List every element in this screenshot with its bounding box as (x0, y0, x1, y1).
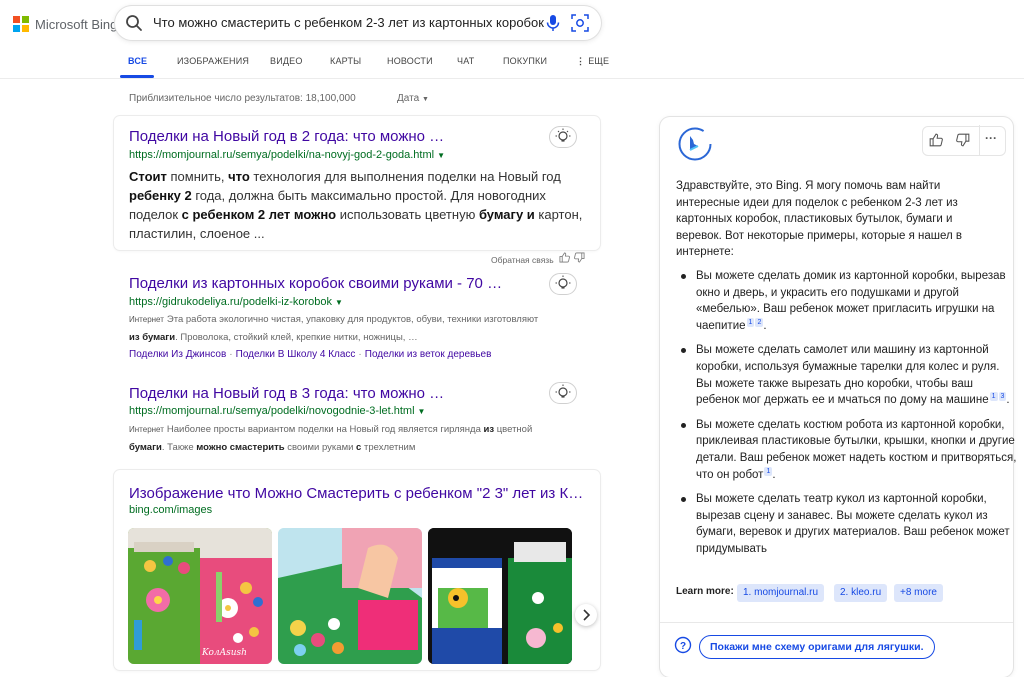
visual-search-icon[interactable] (571, 14, 589, 32)
actions-divider (979, 125, 980, 155)
lightbulb-icon (555, 128, 571, 142)
feedback-link[interactable]: Обратная связь (491, 255, 554, 265)
lightbulb-icon (555, 275, 571, 289)
thumbs-down-icon[interactable] (956, 133, 970, 147)
tab-video[interactable]: ВИДЕО (270, 56, 303, 66)
deeplink-2[interactable]: Поделки В Школу 4 Класс (236, 349, 356, 360)
tab-maps[interactable]: КАРТЫ (330, 56, 361, 66)
chat-bullet-3: Вы можете сделать костюм робота из карто… (681, 417, 1018, 483)
chat-bullet-2: Вы можете сделать самолет или машину из … (681, 342, 1018, 408)
tab-all[interactable]: ВСЕ (128, 56, 147, 66)
learn-more-link-more[interactable]: +8 more (894, 584, 943, 602)
brand-name: Microsoft Bing (35, 16, 118, 32)
learn-more-link-1[interactable]: 1. momjournal.ru (737, 584, 825, 602)
results-count: Приблизительное число результатов: 18,10… (129, 93, 356, 104)
chat-bullet-1: Вы можете сделать домик из картонной кор… (681, 268, 1018, 334)
date-filter[interactable]: Дата ▼ (397, 93, 429, 104)
result-title-3[interactable]: Поделки на Новый год в 3 года: что можно… (129, 385, 444, 402)
search-input[interactable]: Что можно смастерить с ребенком 2-3 лет … (153, 15, 593, 30)
svg-text:?: ? (680, 641, 686, 652)
result-title-2[interactable]: Поделки из картонных коробок своими рука… (129, 275, 502, 292)
more-options-icon[interactable]: ··· (985, 131, 997, 145)
caret-down-icon: ▼ (335, 298, 343, 307)
result-snippet-3: Интернет Наиболее просты вариантом поделк… (129, 424, 533, 453)
learn-more-label: Learn more: (676, 586, 734, 597)
lightbulb-icon (555, 384, 571, 398)
lightbulb-button-2[interactable] (549, 273, 577, 295)
chat-bullet-4: Вы можете сделать театр кукол из картонн… (681, 491, 1018, 557)
result-snippet: Стоит помнить, что технология для выполн… (129, 169, 583, 241)
date-filter-label: Дата (397, 93, 420, 104)
bing-chat-panel: ··· Здравствуйте, это Bing. Я могу помоч… (660, 117, 1016, 677)
chat-bullets: Вы можете сделать домик из картонной кор… (676, 268, 1018, 566)
search-icon (126, 15, 142, 31)
more-vertical-icon: ⋮ (576, 56, 586, 66)
header: Microsoft Bing Что можно смастерить с ре… (0, 0, 1024, 79)
images-title[interactable]: Изображение что Можно Смастерить с ребен… (129, 485, 585, 502)
craft-box-image (128, 528, 272, 664)
result-url[interactable]: https://momjournal.ru/semya/podelki/na-n… (129, 149, 445, 161)
carousel-next-button[interactable] (575, 604, 597, 626)
chat-actions: ··· (922, 125, 1006, 156)
chevron-right-icon (583, 609, 591, 621)
citation-1[interactable]: 1 (746, 317, 755, 327)
image-thumbnail-1[interactable]: KoлAsush (128, 528, 272, 664)
tab-news[interactable]: НОВОСТИ (387, 56, 433, 66)
deeplink-3[interactable]: Поделки из веток деревьев (365, 349, 492, 360)
result-url-text: https://momjournal.ru/semya/podelki/na-n… (129, 149, 435, 161)
microphone-icon[interactable] (545, 14, 561, 32)
citation-1[interactable]: 1 (989, 392, 998, 402)
deeplink-1[interactable]: Поделки Из Джинсов (129, 349, 226, 360)
tab-shopping[interactable]: ПОКУПКИ (503, 56, 547, 66)
thumbs-up-icon[interactable] (929, 133, 943, 147)
result-url-text: https://momjournal.ru/semya/podelki/novo… (129, 405, 415, 417)
deeplinks: Поделки Из Джинсов · Поделки В Школу 4 Кла… (129, 349, 492, 360)
chat-greeting: Здравствуйте, это Bing. Я могу помочь ва… (676, 180, 962, 259)
result-title[interactable]: Поделки на Новый год в 2 года: что можно… (129, 128, 444, 145)
learn-more-link-2[interactable]: 2. kleo.ru (834, 584, 888, 602)
result-url-2[interactable]: https://gidrukodeliya.ru/podelki-iz-koro… (129, 296, 343, 308)
thumbs-down-icon[interactable] (574, 252, 585, 263)
tab-more[interactable]: ⋮ ЕЩЕ (576, 56, 609, 67)
bing-chat-logo-icon (678, 127, 712, 161)
lightbulb-button[interactable] (549, 126, 577, 148)
search-tabs: ВСЕ ИЗОБРАЖЕНИЯ ВИДЕО КАРТЫ НОВОСТИ ЧАТ … (0, 53, 1024, 78)
tab-chat[interactable]: ЧАТ (457, 56, 474, 66)
caret-down-icon: ▼ (437, 151, 446, 160)
result-snippet-2: Интернет Эта работа экологично чистая, уп… (129, 314, 539, 343)
tab-images[interactable]: ИЗОБРАЖЕНИЯ (177, 56, 249, 66)
active-tab-indicator (120, 75, 154, 78)
result-card-1: Поделки на Новый год в 2 года: что можно… (114, 116, 600, 250)
image-thumbnail-2[interactable] (278, 528, 422, 664)
image-thumbnail-3[interactable] (428, 528, 572, 664)
image-watermark: KoлAsush (202, 648, 247, 658)
bing-logo[interactable]: Microsoft Bing (13, 16, 117, 32)
tab-more-label: ЕЩЕ (588, 56, 610, 66)
result-url-text: https://gidrukodeliya.ru/podelki-iz-koro… (129, 296, 332, 308)
suggestion-chip[interactable]: Покажи мне схему оригами для лягушки. (699, 635, 935, 659)
help-icon[interactable]: ? (674, 636, 692, 654)
caret-down-icon: ▼ (417, 407, 426, 416)
result-url-3[interactable]: https://momjournal.ru/semya/podelki/novo… (129, 405, 425, 417)
child-crafting-image (278, 528, 422, 664)
microsoft-logo-icon (13, 16, 29, 32)
thumbs-up-icon[interactable] (559, 252, 570, 263)
images-source[interactable]: bing.com/images (129, 504, 212, 516)
fabric-box-image (428, 528, 572, 664)
search-box[interactable]: Что можно смастерить с ребенком 2-3 лет … (115, 6, 601, 40)
chat-divider (660, 622, 1013, 623)
chevron-down-icon: ▼ (421, 96, 429, 103)
lightbulb-button-3[interactable] (549, 382, 577, 404)
